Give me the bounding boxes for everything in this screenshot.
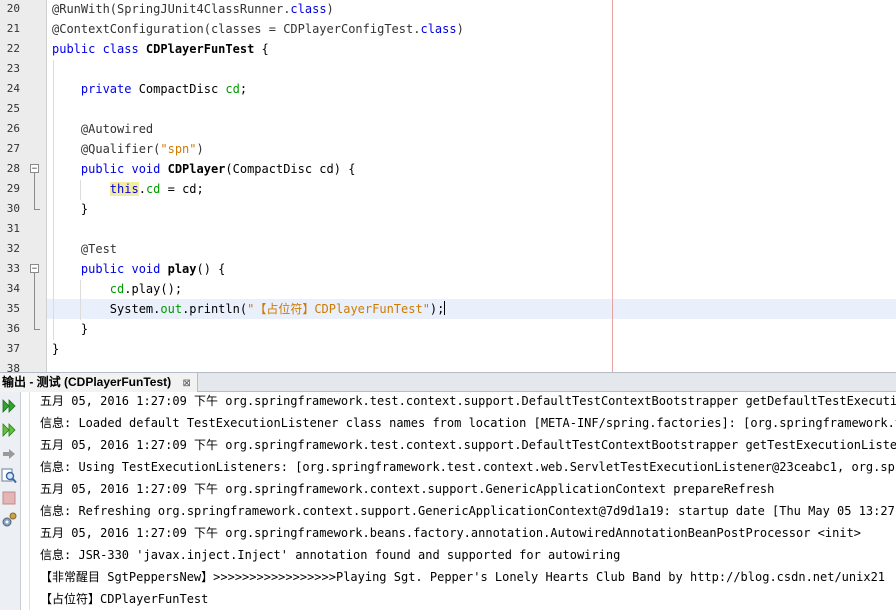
- line-number: 23: [6, 62, 20, 75]
- line-number: 34: [6, 282, 20, 295]
- line-number: 32: [6, 242, 20, 255]
- code-token: (CompactDisc cd) {: [225, 162, 356, 176]
- code-token: System.: [52, 302, 161, 316]
- code-token: out: [160, 302, 183, 316]
- line-number: 30: [6, 202, 20, 215]
- code-token: @Qualifier(: [52, 142, 161, 156]
- tab-close-icon[interactable]: ⊠: [182, 375, 190, 393]
- line-number: 36: [6, 322, 20, 335]
- code-token: public void: [52, 162, 168, 176]
- line-number: 33: [6, 262, 20, 275]
- code-editor[interactable]: 20 21 22 23 24 25 26 27 28 29 30 31 32 33 34 35 36 37 38 − −…: [0, 0, 896, 372]
- code-token: ): [326, 2, 334, 16]
- code-token: ): [456, 22, 464, 36]
- fold-toggle-icon[interactable]: −: [30, 264, 39, 274]
- code-token: () {: [196, 262, 226, 276]
- tab-output-test[interactable]: 输出 - 测试 (CDPlayerFunTest) ⊠: [0, 373, 198, 392]
- line-number: 22: [6, 42, 20, 55]
- stop-icon[interactable]: [1, 490, 17, 506]
- code-token: play: [167, 262, 197, 276]
- code-token: ;: [239, 82, 248, 96]
- fold-range-line: [34, 173, 35, 209]
- code-token: CDPlayerFunTest: [145, 42, 255, 56]
- code-token: @Autowired: [52, 122, 154, 136]
- text-caret: [444, 301, 446, 315]
- output-gutter: [21, 392, 30, 610]
- fold-toggle-icon[interactable]: −: [30, 164, 39, 174]
- output-line: 信息: Refreshing org.springframework.conte…: [40, 504, 896, 518]
- code-token: this: [109, 182, 139, 196]
- output-tab-bar: 输出 - 测试 (CDPlayerFunTest) ⊠: [0, 372, 896, 392]
- line-number: 26: [6, 122, 20, 135]
- code-token: .: [138, 182, 146, 196]
- line-number: 35: [6, 302, 20, 315]
- output-line: 信息: Using TestExecutionListeners: [org.s…: [40, 460, 896, 474]
- code-token: = cd;: [160, 182, 204, 196]
- code-token: CDPlayer: [167, 162, 226, 176]
- code-token: class: [290, 2, 327, 16]
- output-console[interactable]: 五月 05, 2016 1:27:09 下午 org.springframewo…: [30, 392, 896, 610]
- code-token: cd: [145, 182, 161, 196]
- output-line: 信息: Loaded default TestExecutionListener…: [40, 416, 896, 430]
- output-line: 五月 05, 2016 1:27:09 下午 org.springframewo…: [40, 394, 896, 408]
- code-token: class: [420, 22, 457, 36]
- code-token: ): [196, 142, 204, 156]
- fold-end-marker: [34, 329, 40, 330]
- code-token: );: [429, 302, 445, 316]
- output-line: 【非常醒目 SgtPeppersNew】>>>>>>>>>>>>>>>>>Pla…: [40, 570, 886, 584]
- line-number: 29: [6, 182, 20, 195]
- code-token: }: [52, 342, 60, 356]
- line-number: 37: [6, 342, 20, 355]
- code-token: public void: [52, 262, 168, 276]
- line-number: 28: [6, 162, 20, 175]
- code-token: cd: [225, 82, 240, 96]
- step-icon[interactable]: [1, 446, 17, 462]
- output-line: 五月 05, 2016 1:27:09 下午 org.springframewo…: [40, 526, 862, 540]
- code-token: }: [52, 322, 89, 336]
- rerun-icon[interactable]: [1, 398, 17, 414]
- settings-icon[interactable]: [1, 512, 17, 528]
- output-line: 五月 05, 2016 1:27:09 下午 org.springframewo…: [40, 482, 775, 496]
- code-token: private: [52, 82, 139, 96]
- fold-range-line: [34, 273, 35, 329]
- output-line: 【占位符】CDPlayerFunTest: [40, 592, 209, 606]
- line-number: 31: [6, 222, 20, 235]
- code-token: "spn": [160, 142, 197, 156]
- code-token: "【占位符】CDPlayerFunTest": [247, 302, 430, 316]
- output-toolbar: [0, 392, 21, 610]
- line-number: 21: [6, 22, 20, 35]
- code-token: {: [254, 42, 269, 56]
- code-token: @RunWith(SpringJUnit4ClassRunner.: [52, 2, 291, 16]
- output-line: 信息: JSR-330 'javax.inject.Inject' annota…: [40, 548, 621, 562]
- line-gutter: 20 21 22 23 24 25 26 27 28 29 30 31 32 33 34 35 36 37 38 − −: [0, 0, 47, 372]
- line-number: 38: [6, 362, 20, 372]
- line-number: 27: [6, 142, 20, 155]
- tab-label: 输出 - 测试 (CDPlayerFunTest): [2, 375, 172, 389]
- code-token: public class: [52, 42, 146, 56]
- find-icon[interactable]: [1, 468, 17, 484]
- right-margin-line: [612, 0, 613, 372]
- code-token: CompactDisc: [138, 82, 226, 96]
- code-token: .println(: [182, 302, 248, 316]
- code-token: }: [52, 202, 89, 216]
- fold-end-marker: [34, 209, 40, 210]
- code-token: .play();: [124, 282, 183, 296]
- code-area[interactable]: @RunWith(SpringJUnit4ClassRunner.class) @…: [47, 0, 896, 372]
- code-token: cd: [109, 282, 125, 296]
- line-number: 24: [6, 82, 20, 95]
- line-number: 20: [6, 2, 20, 15]
- line-number: 25: [6, 102, 20, 115]
- code-token: @ContextConfiguration(classes = CDPlayer…: [52, 22, 421, 36]
- output-line: 五月 05, 2016 1:27:09 下午 org.springframewo…: [40, 438, 896, 452]
- code-token: @Test: [52, 242, 118, 256]
- rerun-failed-icon[interactable]: [1, 422, 17, 438]
